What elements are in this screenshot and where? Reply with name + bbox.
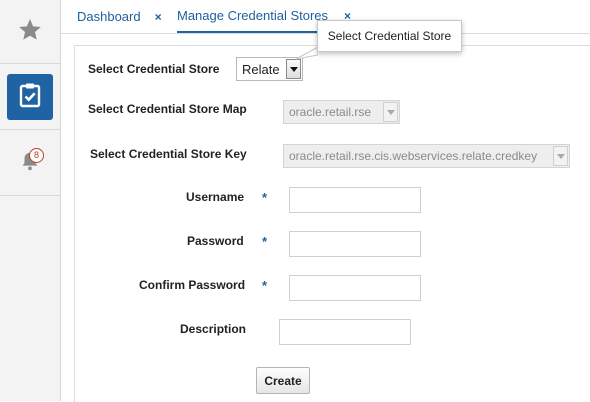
required-marker: * <box>262 234 268 249</box>
description-field[interactable] <box>279 319 411 345</box>
description-label: Description <box>180 322 247 336</box>
chevron-down-icon[interactable] <box>286 59 301 79</box>
required-marker: * <box>262 278 268 293</box>
star-icon[interactable] <box>17 17 43 46</box>
active-rail-tile[interactable] <box>7 73 53 120</box>
store-key-label: Select Credential Store Key <box>90 147 247 161</box>
password-label: Password <box>187 234 244 248</box>
credential-store-select[interactable]: Relate <box>236 57 303 81</box>
left-rail: 8 <box>0 0 61 401</box>
tasks-checklist-icon <box>18 82 42 111</box>
password-field[interactable] <box>289 231 421 257</box>
create-button[interactable]: Create <box>256 367 310 394</box>
confirm-password-label: Confirm Password <box>139 278 246 292</box>
tab-dashboard[interactable]: Dashboard × <box>77 0 162 33</box>
chevron-down-icon <box>383 102 398 122</box>
chevron-down-icon <box>553 146 568 166</box>
tab-label[interactable]: Manage Credential Stores <box>177 8 328 23</box>
tab-label[interactable]: Dashboard <box>77 9 141 24</box>
credential-store-value: Relate <box>242 61 280 77</box>
tooltip-pointer <box>296 47 318 60</box>
username-label: Username <box>186 190 245 204</box>
required-marker: * <box>262 190 268 205</box>
confirm-password-field[interactable] <box>289 275 421 301</box>
credential-store-map-select: oracle.retail.rse <box>283 100 400 124</box>
store-map-label: Select Credential Store Map <box>88 102 247 116</box>
content-panel <box>74 45 590 402</box>
credential-store-key-value: oracle.retail.rse.cis.webservices.relate… <box>289 149 538 163</box>
notification-count-badge: 8 <box>29 148 44 163</box>
store-label: Select Credential Store <box>88 62 220 76</box>
rail-item-favorites[interactable] <box>0 0 60 64</box>
close-icon[interactable]: × <box>155 10 162 24</box>
credential-store-key-select: oracle.retail.rse.cis.webservices.relate… <box>283 144 570 168</box>
username-field[interactable] <box>289 187 421 213</box>
tooltip-text: Select Credential Store <box>327 29 452 43</box>
rail-item-tasks[interactable] <box>0 64 60 130</box>
rail-item-notifications[interactable] <box>0 130 60 196</box>
tooltip: Select Credential Store <box>317 20 462 52</box>
credential-store-map-value: oracle.retail.rse <box>289 105 372 119</box>
